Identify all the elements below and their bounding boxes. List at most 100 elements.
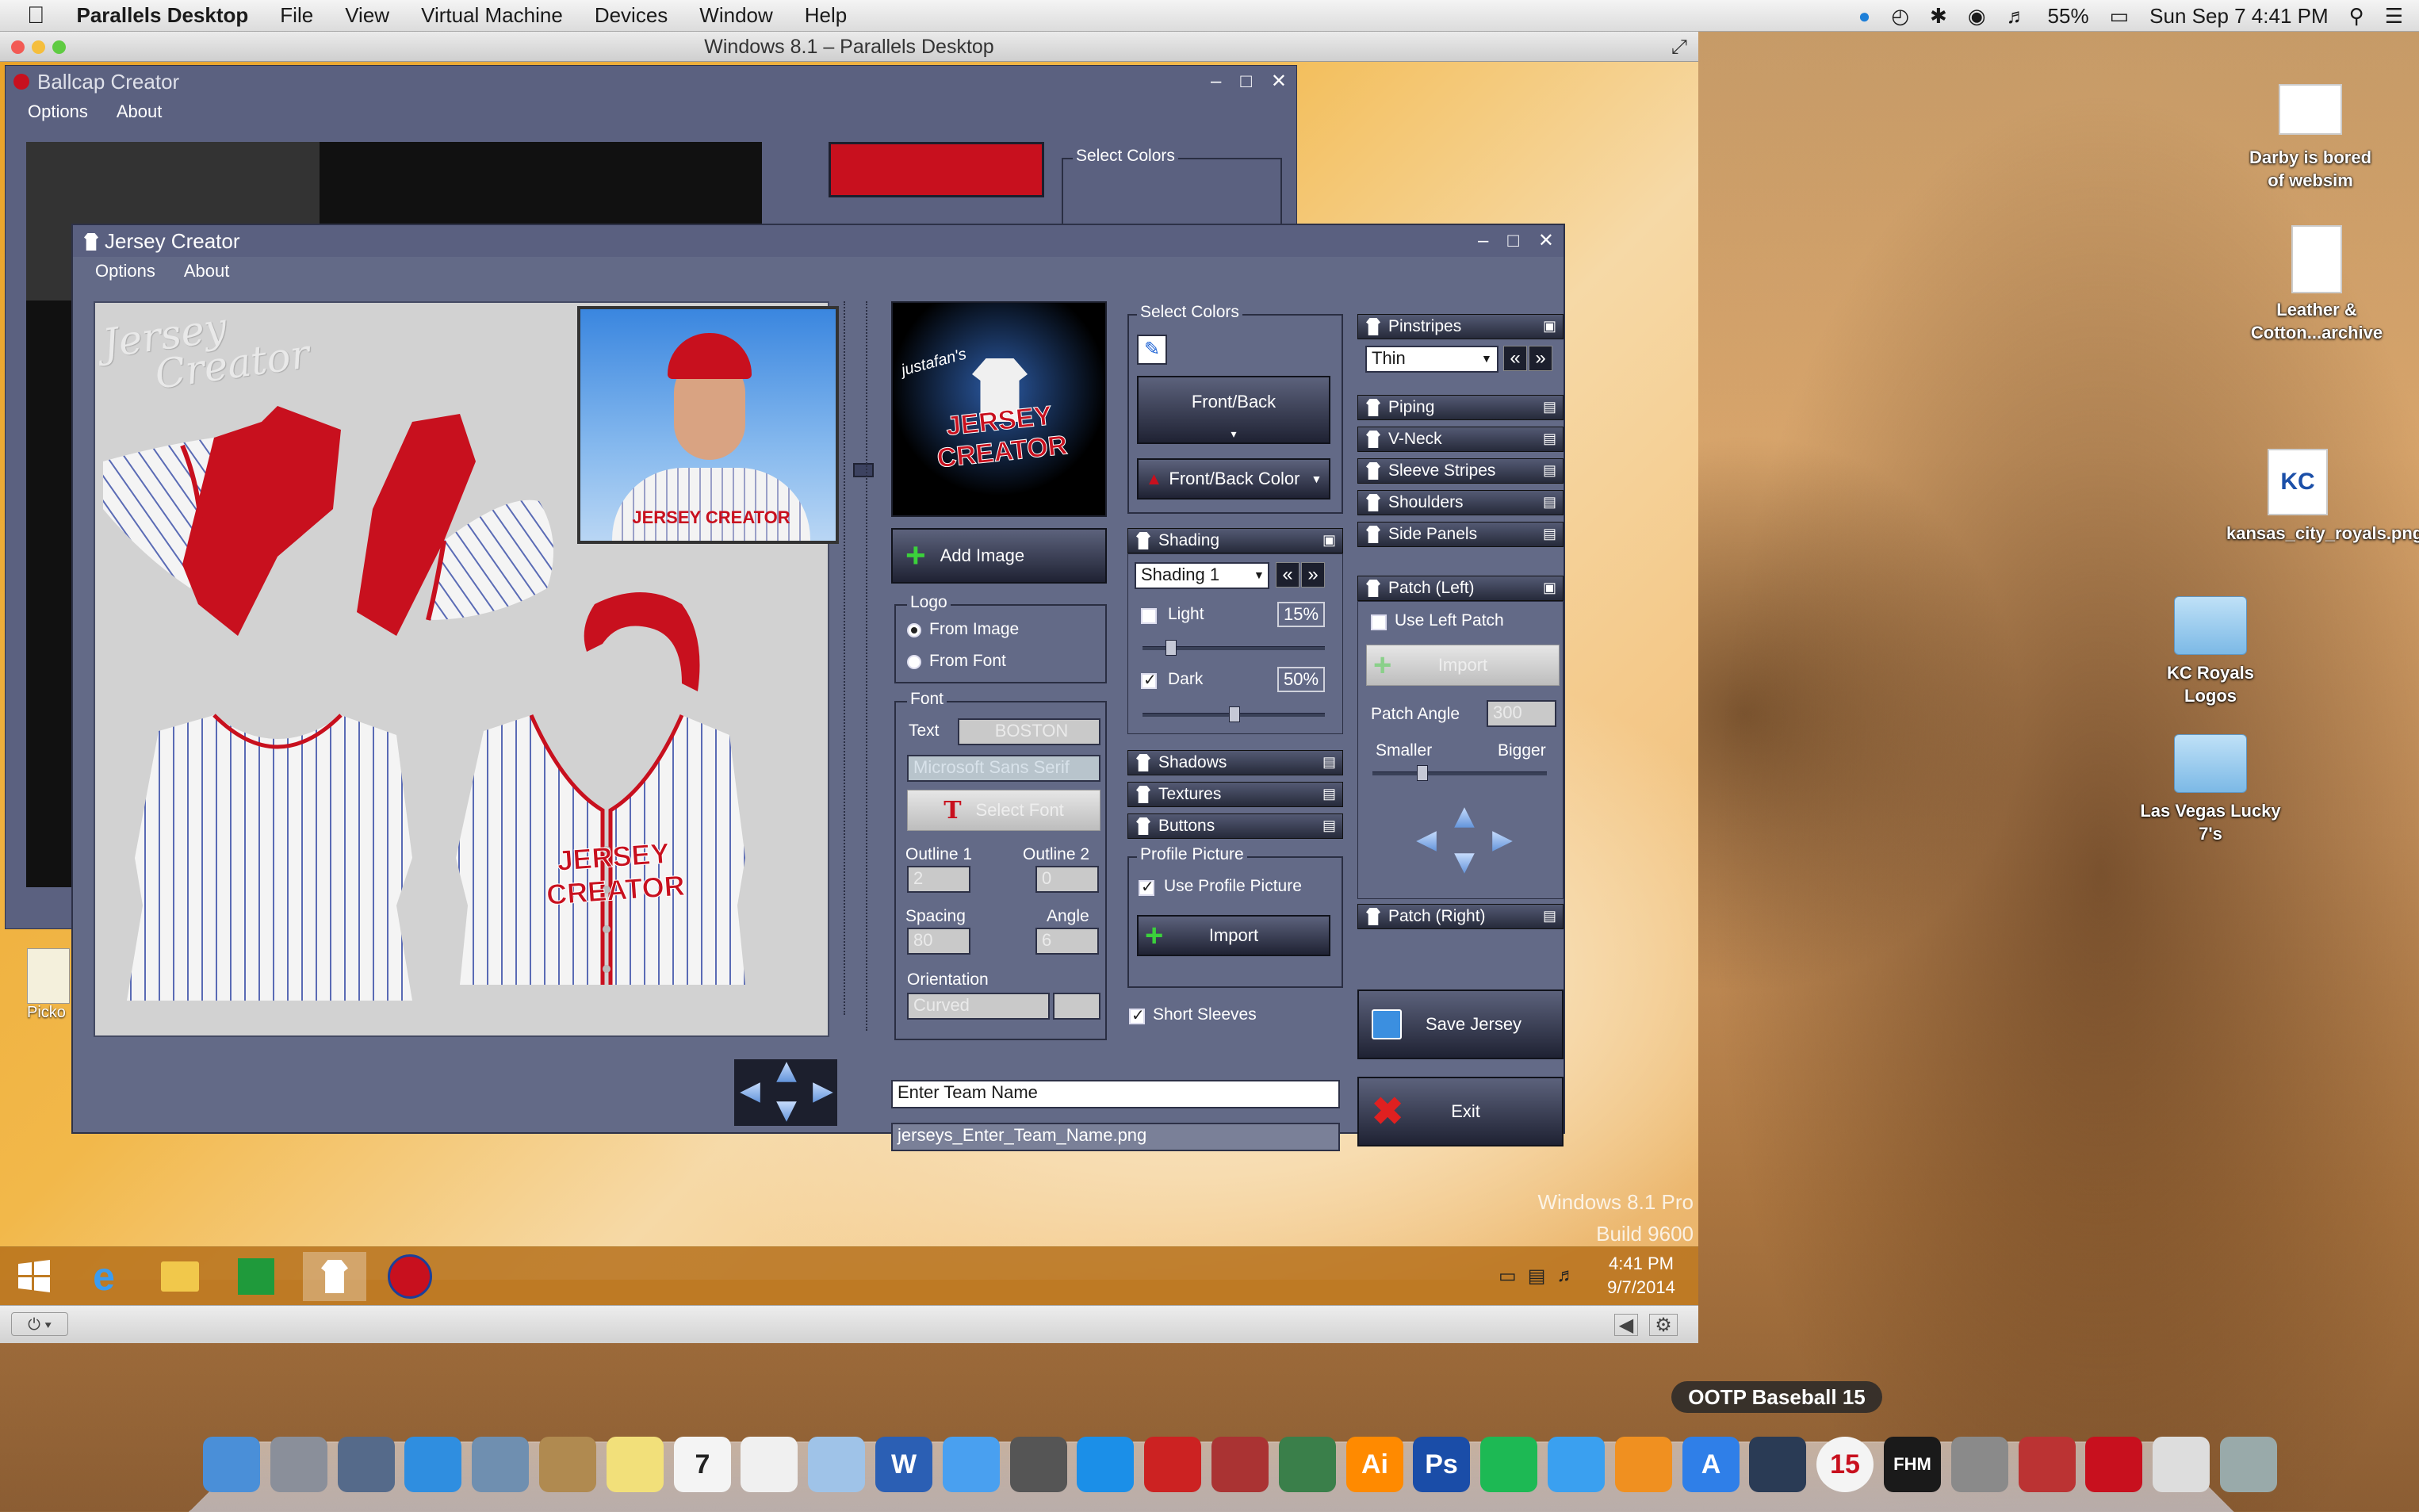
desktop-icon-leather-cotton[interactable]: Leather & Cotton...archive [2245,225,2388,344]
menu-file[interactable]: File [264,3,329,28]
parallels-title-bar[interactable]: Windows 8.1 – Parallels Desktop ⤢ [0,32,1698,62]
launchpad-icon[interactable] [270,1437,327,1492]
pin-icon[interactable]: ▣ [1543,580,1556,596]
logo-from-image-radio[interactable] [907,623,921,637]
add-image-button[interactable]: + Add Image [891,528,1107,584]
textures-section-header[interactable]: Textures ▤ [1127,782,1343,807]
close-window-button[interactable] [11,40,25,54]
safari-icon[interactable] [404,1437,461,1492]
apple-icon[interactable]:  [0,2,61,29]
internet-explorer-icon[interactable]: e [79,1252,128,1301]
mission-control-icon[interactable] [338,1437,395,1492]
preview-icon[interactable] [808,1437,865,1492]
angle-stepper[interactable]: 6 [1035,928,1099,955]
jersey-menu-about[interactable]: About [184,261,230,281]
jersey-maximize-button[interactable]: □ [1507,225,1519,257]
light-label[interactable]: Light [1168,605,1204,624]
pinstripes-section-header[interactable]: Pinstripes ▣ [1357,314,1564,339]
buttons-section-header[interactable]: Buttons ▤ [1127,813,1343,839]
shading-select[interactable]: Shading 1 [1135,562,1269,589]
ballcap-close-button[interactable]: ✕ [1271,66,1287,98]
contacts-icon[interactable] [539,1437,596,1492]
dark-value[interactable]: 50% [1277,667,1325,692]
patch-size-slider-thumb[interactable] [1417,765,1428,781]
patch-right-section-header[interactable]: Patch (Right) ▤ [1357,904,1564,929]
jersey-creator-window[interactable]: Jersey Creator – □ ✕ Options About Jerse… [71,224,1565,1151]
front-back-color-button[interactable]: ▲ Front/Back Color ▼ [1137,458,1330,500]
shoulders-section-header[interactable]: Shoulders ▤ [1357,490,1564,515]
teamviewer-icon[interactable] [1077,1437,1134,1492]
network-tray-icon[interactable]: ▤ [1528,1265,1546,1288]
facetime-icon[interactable] [1010,1437,1067,1492]
fullscreen-icon[interactable]: ⤢ [1671,32,1687,62]
desktop-icon-kc-royals-logos[interactable]: KC Royals Logos [2139,596,2282,707]
desktop-icon-darby[interactable]: Darby is bored of websim [2239,84,2382,192]
illustrator-icon[interactable]: Ai [1346,1437,1403,1492]
dark-label[interactable]: Dark [1168,670,1203,689]
pin-icon[interactable]: ▤ [1543,462,1556,479]
fhm-icon[interactable]: FHM [1884,1437,1941,1492]
patch-down-button[interactable] [1454,853,1475,874]
nav-left-button[interactable] [740,1082,760,1103]
logo-from-font-label[interactable]: From Font [929,652,1006,671]
jersey-creator-taskbar-icon[interactable] [303,1252,366,1301]
pin-icon[interactable]: ▤ [1322,786,1336,802]
font-text-input[interactable]: BOSTON [958,718,1100,745]
pinstripes-next-button[interactable]: » [1529,346,1552,371]
ballcap-maximize-button[interactable]: □ [1240,66,1252,98]
app-store-icon[interactable]: A [1682,1437,1740,1492]
shading-section-header[interactable]: Shading ▣ [1127,528,1343,553]
patch-import-button[interactable]: + Import [1366,645,1560,686]
volume-icon[interactable]: ♬ [2007,4,2027,29]
pin-icon[interactable]: ▤ [1322,754,1336,771]
steam-icon[interactable] [1749,1437,1806,1492]
jersey-title-bar[interactable]: Jersey Creator – □ ✕ [73,225,1564,257]
pin-icon[interactable]: ▤ [1543,908,1556,924]
volume-tray-icon[interactable]: ♬ [1556,1265,1575,1288]
ootp-icon[interactable]: 15 [1816,1437,1874,1492]
taskbar-clock[interactable]: 4:41 PM 9/7/2014 [1594,1252,1689,1300]
ballcap-creator-taskbar-icon[interactable] [385,1252,434,1301]
menu-window[interactable]: Window [683,3,788,28]
sleeve-stripes-section-header[interactable]: Sleeve Stripes ▤ [1357,458,1564,484]
dark-checkbox[interactable]: ✓ [1141,672,1157,689]
light-slider-thumb[interactable] [1165,640,1177,656]
eyedropper-button[interactable]: ✎ [1137,335,1167,365]
notification-center-icon[interactable]: ☰ [2385,4,2403,29]
logo-from-image-label[interactable]: From Image [929,620,1019,639]
ballcap-menu-options[interactable]: Options [28,101,88,122]
document-icon[interactable] [2153,1437,2210,1492]
time-machine-icon[interactable]: ◴ [1891,4,1909,29]
exit-button[interactable]: ✖ Exit [1357,1077,1564,1146]
light-checkbox[interactable] [1141,608,1157,624]
status-settings-icon[interactable]: ⚙ [1649,1314,1678,1336]
power-menu-icon[interactable]: ⏻ ▾ [11,1312,68,1336]
ballcap-title-bar[interactable]: Ballcap Creator – □ ✕ [6,66,1296,98]
jersey-menu-options[interactable]: Options [95,261,155,281]
patch-size-slider-track[interactable] [1372,771,1547,775]
pinstripes-dropdown-icon[interactable]: ▼ [1481,352,1492,365]
side-panels-section-header[interactable]: Side Panels ▤ [1357,522,1564,547]
photoshop-icon[interactable]: Ps [1413,1437,1470,1492]
bluetooth-icon[interactable]: ✱ [1930,4,1947,29]
word-icon[interactable]: W [875,1437,932,1492]
pin-icon[interactable]: ▣ [1543,318,1556,335]
jersey-template-canvas[interactable]: Jersey Creator JERSEY CREATOR JERSEY CRE… [94,301,839,1037]
patch-left-button[interactable] [1416,831,1437,852]
color-dropdown-icon[interactable]: ▼ [1311,473,1322,485]
pin-icon[interactable]: ▤ [1543,431,1556,447]
trash-icon[interactable] [2220,1437,2277,1492]
menu-view[interactable]: View [329,3,405,28]
patch-left-section-header[interactable]: Patch (Left) ▣ [1357,576,1564,601]
spotify-icon[interactable] [1480,1437,1537,1492]
media-icon[interactable] [1279,1437,1336,1492]
ballcap-minimize-button[interactable]: – [1211,66,1221,98]
desktop-icon-las-vegas[interactable]: Las Vegas Lucky 7's [2139,734,2282,845]
zoom-window-button[interactable] [52,40,66,54]
finder-icon[interactable] [203,1437,260,1492]
menu-clock[interactable]: Sun Sep 7 4:41 PM [2149,4,2328,29]
orientation-arrows[interactable] [1053,993,1100,1020]
battery-icon[interactable]: ▭ [2110,4,2130,29]
orientation-select[interactable]: Curved [907,993,1050,1020]
font-name-input[interactable]: Microsoft Sans Serif [907,755,1100,782]
